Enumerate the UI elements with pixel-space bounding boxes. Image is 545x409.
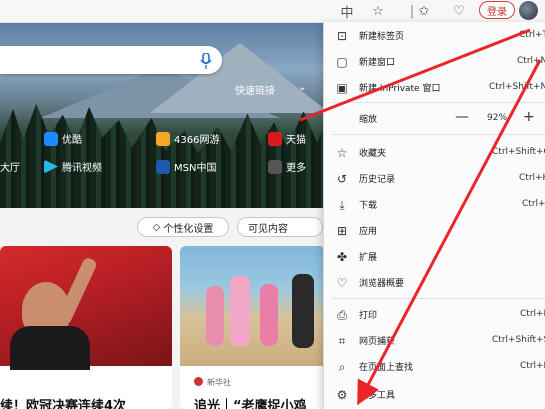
settings-menu: ⊡ 新建标签页 Ctrl+T ▢ 新建窗口 Ctrl+N ▣ 新建 InPriv… xyxy=(323,22,545,409)
menu-item-label: 应用 xyxy=(359,227,378,237)
visible-content-dropdown[interactable]: 可见内容 xyxy=(237,217,323,237)
avatar[interactable] xyxy=(519,1,538,20)
personalize-label: 个性化设置 xyxy=(163,223,214,235)
new-tab-icon: ⊡ xyxy=(336,29,348,43)
tencent-video-icon xyxy=(44,159,58,174)
quick-link-msn[interactable]: MSN中国 xyxy=(156,159,216,174)
source-logo-icon xyxy=(194,377,203,386)
news-card-1[interactable]: 续！欧冠决赛连续4次 xyxy=(0,246,172,409)
browser-toolbar: 中 ☆ | ✩ ♡ 登录 xyxy=(0,0,545,23)
news-headline: 追光｜“老鹰捉小鸡 xyxy=(194,399,307,409)
menu-item-label: 收藏夹 xyxy=(359,149,387,159)
menu-item-find[interactable]: ⌕ 在页面上查找 Ctrl+F xyxy=(324,354,545,380)
chevron-down-icon[interactable]: ⌄ xyxy=(298,82,306,93)
quick-link-label: 天猫 xyxy=(286,135,306,146)
quick-link-label: 4366网游 xyxy=(174,135,220,146)
menu-item-label: 缩放 xyxy=(359,115,378,125)
quick-link-more[interactable]: 更多 xyxy=(268,159,306,174)
quick-link-hall[interactable]: 大厅 xyxy=(0,159,20,174)
extensions-icon: ✤ xyxy=(336,250,348,264)
favorites-icon[interactable]: ✩ xyxy=(412,0,436,22)
menu-item-label: 打印 xyxy=(359,311,378,321)
menu-item-label: 新建标签页 xyxy=(359,32,405,42)
browser-essentials-icon: ♡ xyxy=(336,276,348,290)
menu-item-label: 下载 xyxy=(359,201,378,211)
collections-icon[interactable]: ♡ xyxy=(447,0,471,22)
menu-item-print[interactable]: ⎙ 打印 Ctrl+P xyxy=(324,302,545,328)
zoom-out-button[interactable]: — xyxy=(455,109,469,125)
menu-item-shortcut: Ctrl+Shift+N xyxy=(489,82,545,92)
quick-link-youku[interactable]: 优酷 xyxy=(44,131,82,146)
quick-link-label: 腾讯视频 xyxy=(62,163,102,174)
menu-item-shortcut: Ctrl+J xyxy=(522,199,545,209)
menu-item-shortcut: Ctrl+T xyxy=(519,30,545,40)
quick-links-label[interactable]: 快速链接 xyxy=(235,82,275,97)
menu-item-shortcut: Ctrl+Shift+O xyxy=(492,147,545,157)
news-image xyxy=(180,246,325,366)
quick-link-label: MSN中国 xyxy=(174,163,217,174)
search-input[interactable] xyxy=(0,46,222,74)
game-4366-icon xyxy=(156,131,170,146)
menu-item-label: 浏览器概要 xyxy=(359,279,405,289)
inprivate-icon: ▣ xyxy=(336,81,348,95)
tmall-icon xyxy=(268,131,282,146)
menu-item-label: 扩展 xyxy=(359,253,378,263)
reading-mode-icon[interactable]: 中 xyxy=(335,0,359,22)
zoom-value: 92% xyxy=(487,113,508,123)
more-tools-icon: ⚙ xyxy=(336,388,348,402)
web-capture-icon: ⌗ xyxy=(338,334,346,348)
youku-icon xyxy=(44,131,58,146)
menu-item-apps[interactable]: ⊞ 应用 xyxy=(324,218,545,244)
login-button[interactable]: 登录 xyxy=(479,1,515,19)
zoom-in-button[interactable]: + xyxy=(523,109,535,125)
menu-item-label: 更多工具 xyxy=(359,391,396,401)
menu-item-label: 网页捕获 xyxy=(359,337,396,347)
menu-item-more-tools[interactable]: ⚙ 更多工具 xyxy=(324,382,545,408)
menu-item-shortcut: Ctrl+H xyxy=(519,173,545,183)
quick-link-tmall[interactable]: 天猫 xyxy=(268,131,306,146)
menu-item-web-capture[interactable]: ⌗ 网页捕获 Ctrl+Shift+S xyxy=(324,328,545,354)
news-source: 新华社 xyxy=(207,378,231,387)
news-image xyxy=(0,246,172,370)
news-card-2[interactable]: 新华社 追光｜“老鹰捉小鸡 xyxy=(180,246,325,409)
menu-item-downloads[interactable]: ⤓ 下载 Ctrl+J xyxy=(324,192,545,218)
menu-item-favorites[interactable]: ☆ 收藏夹 Ctrl+Shift+O xyxy=(324,140,545,166)
personalize-button[interactable]: ◇ 个性化设置 xyxy=(137,217,229,237)
menu-item-zoom: 缩放 — 92% + xyxy=(324,106,545,132)
favorite-star-icon[interactable]: ☆ xyxy=(366,0,390,22)
more-icon xyxy=(268,159,282,174)
menu-item-new-window[interactable]: ▢ 新建窗口 Ctrl+N xyxy=(324,49,545,75)
menu-item-shortcut: Ctrl+N xyxy=(517,56,545,66)
menu-item-shortcut: Ctrl+Shift+S xyxy=(492,335,545,345)
quick-link-4366[interactable]: 4366网游 xyxy=(156,131,219,146)
microphone-icon[interactable] xyxy=(200,52,214,69)
download-icon: ⤓ xyxy=(339,198,345,212)
menu-item-new-inprivate[interactable]: ▣ 新建 InPrivate 窗口 Ctrl+Shift+N xyxy=(324,75,545,101)
quick-link-label: 更多 xyxy=(286,163,306,174)
quick-link-label: 大厅 xyxy=(0,163,20,174)
msn-icon xyxy=(156,159,170,174)
menu-item-label: 新建窗口 xyxy=(359,58,396,68)
visible-content-label: 可见内容 xyxy=(248,223,288,235)
find-icon: ⌕ xyxy=(338,360,346,374)
sparkle-icon: ◇ xyxy=(152,221,161,233)
new-window-icon: ▢ xyxy=(336,55,348,69)
apps-icon: ⊞ xyxy=(336,224,348,238)
menu-item-shortcut: Ctrl+P xyxy=(520,309,545,319)
menu-item-extensions[interactable]: ✤ 扩展 xyxy=(324,244,545,270)
menu-item-label: 在页面上查找 xyxy=(359,363,414,373)
quick-link-tencent-video[interactable]: 腾讯视频 xyxy=(44,159,102,174)
menu-item-label: 历史记录 xyxy=(359,175,396,185)
news-headline: 续！欧冠决赛连续4次 xyxy=(0,399,127,409)
menu-item-history[interactable]: ↺ 历史记录 Ctrl+H xyxy=(324,166,545,192)
history-icon: ↺ xyxy=(336,172,348,186)
quick-link-label: 优酷 xyxy=(62,135,82,146)
print-icon: ⎙ xyxy=(337,308,347,322)
login-label: 登录 xyxy=(487,6,507,18)
favorites-icon: ☆ xyxy=(336,146,348,160)
menu-item-browser-essentials[interactable]: ♡ 浏览器概要 xyxy=(324,270,545,296)
menu-item-shortcut: Ctrl+F xyxy=(520,361,545,371)
menu-item-new-tab[interactable]: ⊡ 新建标签页 Ctrl+T xyxy=(324,23,545,49)
menu-item-label: 新建 InPrivate 窗口 xyxy=(359,84,441,94)
